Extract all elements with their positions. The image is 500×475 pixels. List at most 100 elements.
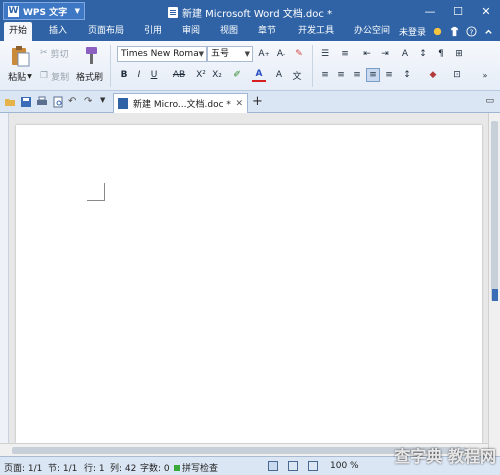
open-folder-icon[interactable]	[4, 96, 16, 108]
line-spacing-icon[interactable]: ↕	[400, 68, 414, 82]
document-area	[0, 113, 500, 456]
copy-label: 复制	[51, 72, 70, 83]
bullet-list-icon[interactable]: ☰	[318, 47, 332, 61]
window-title: 新建 Microsoft Word 文档.doc *	[168, 5, 332, 20]
justify-icon[interactable]: ≡	[366, 68, 380, 82]
underline-icon[interactable]: U	[147, 68, 161, 82]
paste-label: 粘贴	[8, 72, 27, 83]
document-icon	[118, 98, 128, 109]
format-painter-button[interactable]: 格式刷	[76, 70, 104, 83]
scroll-thumb[interactable]	[491, 121, 498, 301]
window-title-text: 新建 Microsoft Word 文档.doc *	[182, 9, 333, 20]
login-link[interactable]: 未登录	[399, 25, 426, 38]
minimize-icon[interactable]: —	[416, 0, 444, 22]
outline-view-icon[interactable]	[308, 461, 318, 471]
superscript-icon[interactable]: X²	[194, 68, 208, 82]
borders-icon[interactable]: ⊡	[450, 68, 464, 82]
table-icon[interactable]: ⊞	[452, 47, 466, 61]
bold-icon[interactable]: B	[117, 68, 131, 82]
print-icon[interactable]	[36, 96, 48, 108]
more-icon[interactable]: »	[478, 68, 492, 82]
close-tab-icon[interactable]: ✕	[235, 99, 243, 109]
font-name-select[interactable]: Times New Roma ▼	[117, 46, 207, 62]
subscript-icon[interactable]: X₂	[210, 68, 224, 82]
strikethrough-icon[interactable]: AB	[170, 68, 188, 82]
status-page: 页面: 1/1	[4, 464, 43, 474]
font-size-select[interactable]: 五号 ▼	[207, 46, 253, 62]
show-marks-icon[interactable]: ¶	[434, 47, 448, 61]
tab-page-layout[interactable]: 页面布局	[84, 22, 128, 41]
tab-insert[interactable]: 插入	[44, 22, 72, 41]
chinese-layout-icon[interactable]: A	[398, 47, 412, 61]
chevron-down-icon: ▼	[244, 50, 250, 58]
align-right-icon[interactable]: ≡	[350, 68, 364, 82]
tab-home[interactable]: 开始	[4, 22, 32, 41]
tab-developer[interactable]: 开发工具	[294, 22, 338, 41]
shading-icon[interactable]: ◆	[426, 68, 440, 82]
spell-check-button[interactable]: 拼写检查	[174, 461, 218, 474]
ribbon-home: 粘贴 ▼ ✂ 剪切 ❐ 复制 格式刷 Times New Roma ▼ 五号 ▼…	[0, 41, 500, 91]
align-center-icon[interactable]: ≡	[334, 68, 348, 82]
save-icon[interactable]	[20, 96, 32, 108]
paste-icon[interactable]	[9, 45, 31, 67]
numbered-list-icon[interactable]: ≡	[338, 47, 352, 61]
chevron-down-icon: ▼	[74, 7, 80, 15]
clear-format-icon[interactable]: ✎	[292, 47, 306, 61]
cut-button[interactable]: ✂ 剪切	[40, 47, 69, 60]
font-size-value: 五号	[211, 49, 230, 59]
app-menu-button[interactable]: W WPS 文字 ▼	[3, 2, 85, 20]
vertical-ruler	[0, 113, 9, 443]
copy-button[interactable]: ❐ 复制	[40, 70, 70, 83]
font-color-icon[interactable]: A	[252, 68, 266, 82]
shrink-font-icon[interactable]: A-	[274, 47, 288, 61]
char-shading-icon[interactable]: A	[272, 68, 286, 82]
align-left-icon[interactable]: ≡	[318, 68, 332, 82]
new-tab-icon[interactable]: +	[252, 94, 263, 109]
decrease-indent-icon[interactable]: ⇤	[360, 47, 374, 61]
svg-text:?: ?	[470, 27, 474, 36]
ribbon-divider	[312, 45, 313, 87]
check-indicator-icon	[174, 464, 180, 471]
help-icon[interactable]: ?	[466, 26, 477, 37]
redo-icon[interactable]: ↷	[84, 96, 96, 108]
chevron-down-icon: ▼	[27, 72, 32, 80]
tab-list-icon[interactable]: ▭	[485, 96, 494, 106]
highlight-icon[interactable]: ✐	[230, 68, 244, 82]
format-painter-icon[interactable]	[81, 45, 101, 67]
undo-icon[interactable]: ↶	[68, 96, 80, 108]
account-area: 未登录 ?	[399, 25, 494, 38]
status-word-count[interactable]: 字数: 0	[140, 461, 170, 474]
sort-icon[interactable]: ↕	[416, 47, 430, 61]
collapse-ribbon-icon[interactable]	[483, 26, 494, 37]
increase-indent-icon[interactable]: ⇥	[378, 47, 392, 61]
tab-references[interactable]: 引用	[140, 22, 166, 41]
document-tab[interactable]: 新建 Micro...文档.doc * ✕	[113, 93, 248, 113]
maximize-icon[interactable]: ☐	[444, 0, 472, 22]
grow-font-icon[interactable]: A +	[257, 47, 271, 61]
vertical-scrollbar[interactable]	[488, 113, 500, 456]
ribbon-divider	[110, 45, 111, 87]
document-page[interactable]	[16, 125, 482, 443]
copy-icon: ❐	[40, 71, 49, 81]
page-view-icon[interactable]	[268, 461, 278, 471]
chevron-down-icon: ▼	[198, 50, 204, 58]
italic-icon[interactable]: I	[132, 68, 146, 82]
tab-office-space[interactable]: 办公空间	[350, 22, 394, 41]
phonetic-guide-icon[interactable]: 文	[290, 68, 304, 82]
paste-button[interactable]: 粘贴 ▼	[6, 70, 34, 83]
web-view-icon[interactable]	[288, 461, 298, 471]
skin-icon[interactable]	[432, 26, 443, 37]
font-name-value: Times New Roma	[121, 49, 199, 59]
tab-view[interactable]: 视图	[216, 22, 242, 41]
margin-marker	[87, 183, 105, 201]
shirt-icon[interactable]	[449, 26, 460, 37]
close-icon[interactable]: ✕	[472, 0, 500, 22]
document-tab-bar: ↶ ↷ ▼ 新建 Micro...文档.doc * ✕ + ▭	[0, 91, 500, 113]
distributed-icon[interactable]: ≡	[382, 68, 396, 82]
tab-chapter[interactable]: 章节	[254, 22, 280, 41]
print-preview-icon[interactable]	[52, 96, 64, 108]
tab-review[interactable]: 审阅	[178, 22, 204, 41]
customize-toolbar-icon[interactable]: ▼	[100, 96, 112, 108]
zoom-level[interactable]: 100 %	[330, 461, 359, 471]
format-painter-label: 格式刷	[76, 72, 104, 83]
